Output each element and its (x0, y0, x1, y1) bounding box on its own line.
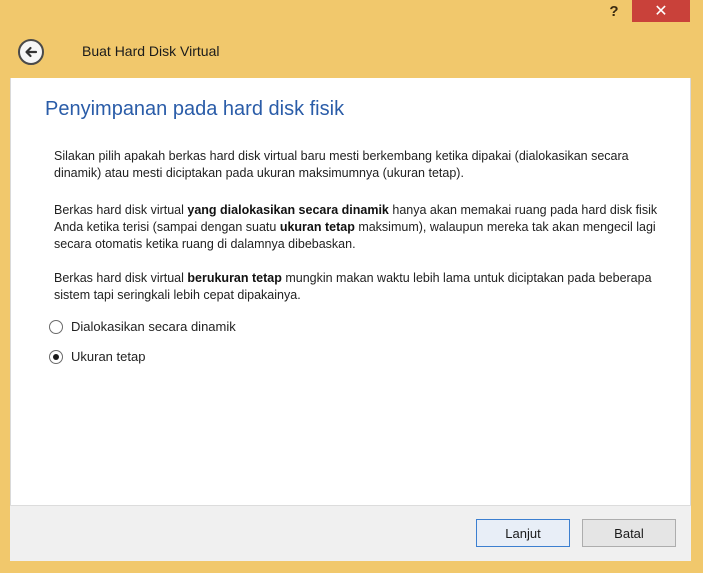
dialog-window: ? ✕ Buat Hard Disk Virtual Penyimpanan p… (0, 0, 703, 573)
radio-label-fixed: Ukuran tetap (71, 349, 146, 364)
back-arrow-icon (25, 46, 38, 58)
para3-text-a: Berkas hard disk virtual (54, 271, 188, 285)
close-button[interactable]: ✕ (632, 0, 690, 22)
para2-bold-fixed: ukuran tetap (279, 220, 355, 234)
description-paragraph-1: Silakan pilih apakah berkas hard disk vi… (54, 149, 629, 180)
title-bar: ? ✕ (0, 0, 703, 28)
radio-button-dynamic[interactable] (49, 319, 63, 334)
button-bar: Lanjut Batal (10, 505, 691, 561)
dialog-title: Buat Hard Disk Virtual (82, 43, 220, 59)
para3-bold-fixed: berukuran tetap (187, 271, 282, 285)
radio-option-fixed[interactable]: Ukuran tetap (49, 349, 145, 364)
radio-option-dynamic[interactable]: Dialokasikan secara dinamik (49, 319, 236, 334)
description-paragraph-3: Berkas hard disk virtual berukuran tetap… (54, 270, 679, 304)
wizard-header: Buat Hard Disk Virtual (10, 32, 694, 76)
back-button[interactable] (18, 39, 44, 65)
cancel-button[interactable]: Batal (582, 519, 676, 547)
page-title: Penyimpanan pada hard disk fisik (45, 98, 345, 120)
description-paragraph-2: Berkas hard disk virtual yang dialokasik… (54, 202, 679, 253)
radio-label-dynamic: Dialokasikan secara dinamik (71, 319, 236, 334)
help-button[interactable]: ? (600, 0, 628, 22)
radio-button-fixed[interactable] (49, 349, 63, 364)
content-panel: Penyimpanan pada hard disk fisik Silakan… (10, 78, 691, 505)
para2-text-a: Berkas hard disk virtual (54, 203, 188, 217)
para2-bold-dynamic: yang dialokasikan secara dinamik (187, 203, 389, 217)
next-button[interactable]: Lanjut (476, 519, 570, 547)
close-icon: ✕ (654, 3, 668, 20)
